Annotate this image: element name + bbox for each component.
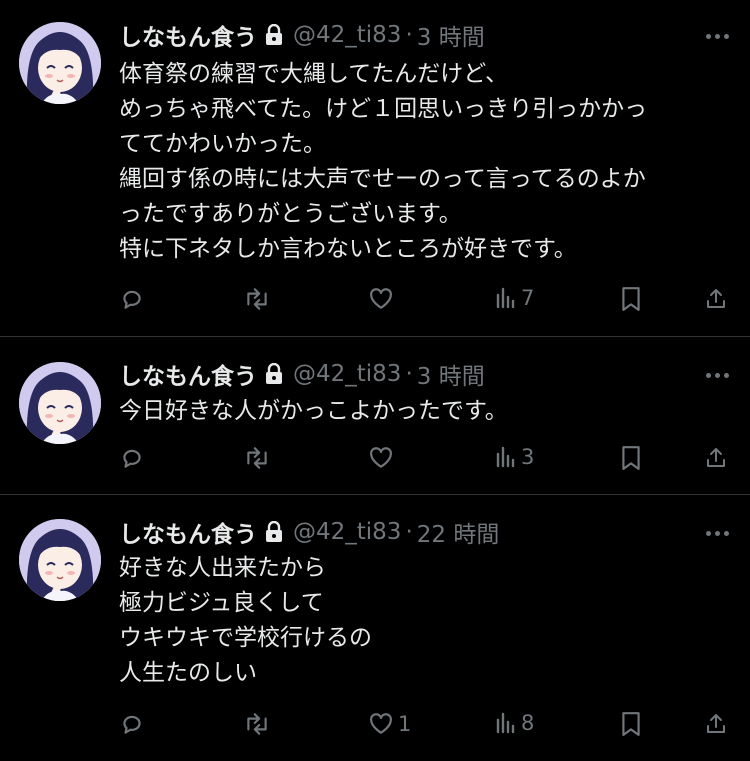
tweet-text: 好きな人出来たから 極力ビジュ良くして ウキウキで学校行けるの 人生たのしい — [119, 551, 734, 691]
action-bar: 7 — [0, 286, 750, 316]
retweet-icon — [247, 288, 267, 310]
tweet[interactable]: しなもん食う @42_ti83 · 3 時間 今日好きな人がかっこよかったです。… — [0, 337, 750, 494]
tweet-line: 極力ビジュ良くして — [119, 590, 324, 616]
tweet[interactable]: しなもん食う @42_ti83 · 22 時間 好きな人出来たから 極力ビジュ良… — [0, 495, 750, 761]
separator: · — [405, 22, 413, 48]
tweet-line: ウキウキで学校行けるの — [119, 625, 372, 651]
tweet-text: 今日好きな人がかっこよかったです。 — [119, 394, 734, 429]
tweet-text: 体育祭の練習で大縄してたんだけど、 めっちゃ飛べてた。けど１回思いっきり引っかか… — [119, 57, 734, 267]
tweet-line: ったですありがとうございます。 — [119, 201, 462, 227]
tweet-header: しなもん食う @42_ti83 · 3 時間 — [119, 357, 485, 391]
retweet-button[interactable] — [243, 286, 271, 312]
share-icon — [707, 289, 725, 308]
lock-icon — [265, 521, 283, 543]
share-button[interactable] — [704, 445, 728, 471]
heart-icon — [370, 288, 392, 309]
bookmark-button[interactable] — [620, 286, 642, 312]
bookmark-icon — [622, 287, 640, 311]
retweet-icon — [247, 447, 267, 469]
tweet-header: しなもん食う @42_ti83 · 3 時間 — [119, 18, 485, 52]
tweet-line: 縄回す係の時には大声でせーのって言ってるのよか — [119, 166, 646, 192]
display-name[interactable]: しなもん食う — [119, 18, 257, 52]
timestamp[interactable]: 3 時間 — [417, 357, 485, 391]
more-icon[interactable] — [706, 34, 729, 39]
lock-icon — [265, 24, 283, 46]
views-button[interactable]: 3 — [495, 445, 534, 469]
avatar[interactable] — [19, 22, 101, 104]
tweet-line: ててかわいかった。 — [119, 131, 326, 157]
user-handle[interactable]: @42_ti83 — [293, 22, 401, 48]
tweet-line: 今日好きな人がかっこよかったです。 — [119, 398, 508, 424]
tweet[interactable]: しなもん食う @42_ti83 · 3 時間 体育祭の練習で大縄してたんだけど、… — [0, 0, 750, 336]
views-button[interactable]: 7 — [495, 286, 534, 310]
share-button[interactable] — [704, 711, 728, 737]
views-button[interactable]: 8 — [495, 711, 534, 735]
more-icon[interactable] — [706, 373, 729, 378]
lock-icon — [265, 363, 283, 385]
heart-icon — [370, 447, 392, 468]
bookmark-button[interactable] — [620, 711, 642, 737]
timestamp[interactable]: 22 時間 — [417, 515, 500, 549]
separator: · — [405, 361, 413, 387]
views-icon — [496, 287, 515, 309]
separator: · — [405, 519, 413, 545]
display-name[interactable]: しなもん食う — [119, 357, 257, 391]
view-count: 7 — [521, 286, 535, 310]
views-icon — [496, 446, 515, 468]
retweet-button[interactable] — [243, 711, 271, 737]
user-handle[interactable]: @42_ti83 — [293, 519, 401, 545]
tweet-header: しなもん食う @42_ti83 · 22 時間 — [119, 515, 499, 549]
view-count: 8 — [521, 711, 535, 735]
avatar[interactable] — [19, 362, 101, 444]
retweet-icon — [247, 713, 267, 735]
like-button[interactable] — [368, 445, 398, 471]
display-name[interactable]: しなもん食う — [119, 515, 257, 549]
bookmark-button[interactable] — [620, 445, 642, 471]
share-icon — [707, 714, 725, 733]
retweet-button[interactable] — [243, 445, 271, 471]
more-icon[interactable] — [706, 531, 729, 536]
like-button[interactable] — [368, 286, 398, 312]
bookmark-icon — [622, 446, 640, 470]
heart-icon — [370, 713, 392, 734]
tweet-line: めっちゃ飛べてた。けど１回思いっきり引っかかっ — [119, 96, 648, 122]
reply-icon — [123, 290, 141, 309]
timestamp[interactable]: 3 時間 — [417, 18, 485, 52]
bookmark-icon — [622, 712, 640, 736]
share-icon — [707, 448, 725, 467]
reply-button[interactable] — [119, 711, 145, 737]
views-icon — [496, 712, 515, 734]
action-bar: 3 — [0, 445, 750, 475]
tweet-line: 好きな人出来たから — [119, 555, 326, 581]
share-button[interactable] — [704, 286, 728, 312]
tweet-line: 特に下ネタしか言わないところが好きです。 — [119, 236, 577, 262]
tweet-line: 人生たのしい — [119, 660, 257, 686]
view-count: 3 — [521, 445, 535, 469]
avatar[interactable] — [19, 519, 101, 601]
like-button[interactable]: 1 — [368, 711, 411, 737]
reply-button[interactable] — [119, 286, 145, 312]
reply-button[interactable] — [119, 445, 145, 471]
tweet-line: 体育祭の練習で大縄してたんだけど、 — [119, 61, 509, 87]
reply-icon — [123, 449, 141, 468]
user-handle[interactable]: @42_ti83 — [293, 361, 401, 387]
reply-icon — [123, 715, 141, 734]
like-count: 1 — [398, 712, 412, 736]
action-bar: 1 8 — [0, 711, 750, 741]
